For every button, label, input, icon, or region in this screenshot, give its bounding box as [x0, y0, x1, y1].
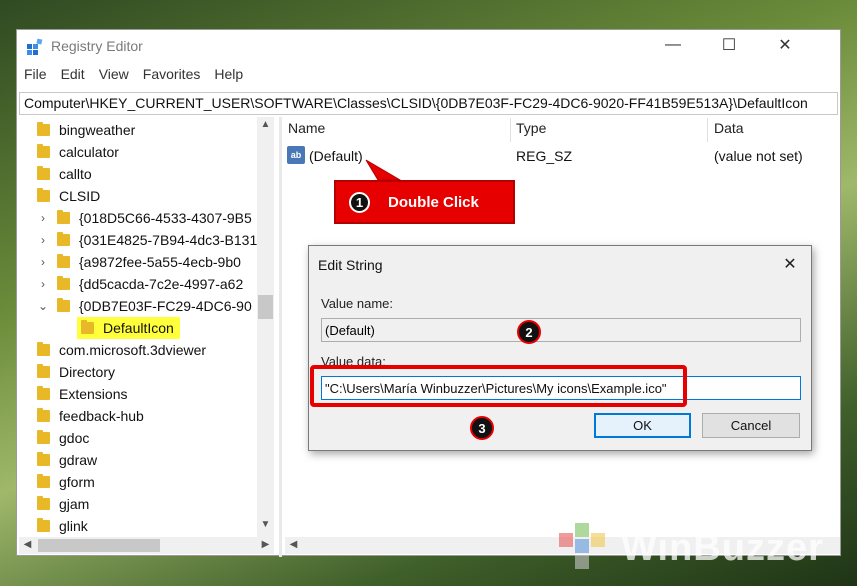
watermark-text: WinBuzzer: [621, 526, 824, 569]
step3-badge: 3: [470, 416, 494, 440]
close-icon: ✕: [783, 256, 797, 273]
desktop-background: { "window": { "title": "Registry Editor"…: [0, 0, 857, 586]
step1-text: Double Click: [388, 193, 479, 211]
winbuzzer-watermark: WinBuzzer: [555, 518, 845, 578]
step1-callout: 1 Double Click: [334, 180, 515, 224]
value-name-field: (Default): [321, 318, 801, 342]
edit-string-dialog: Edit String ✕ Value name: (Default) Valu…: [308, 245, 812, 451]
value-data-highlight: [310, 365, 687, 407]
ok-button[interactable]: OK: [594, 413, 691, 438]
value-name-label: Value name:: [321, 296, 394, 311]
callout-pointer: [365, 159, 402, 181]
step1-badge: 1: [349, 191, 370, 213]
cancel-button[interactable]: Cancel: [702, 413, 800, 438]
dialog-title: Edit String: [318, 257, 383, 273]
dialog-close-button[interactable]: ✕: [777, 252, 803, 276]
winbuzzer-logo-icon: [559, 523, 605, 569]
step2-badge: 2: [517, 320, 541, 344]
